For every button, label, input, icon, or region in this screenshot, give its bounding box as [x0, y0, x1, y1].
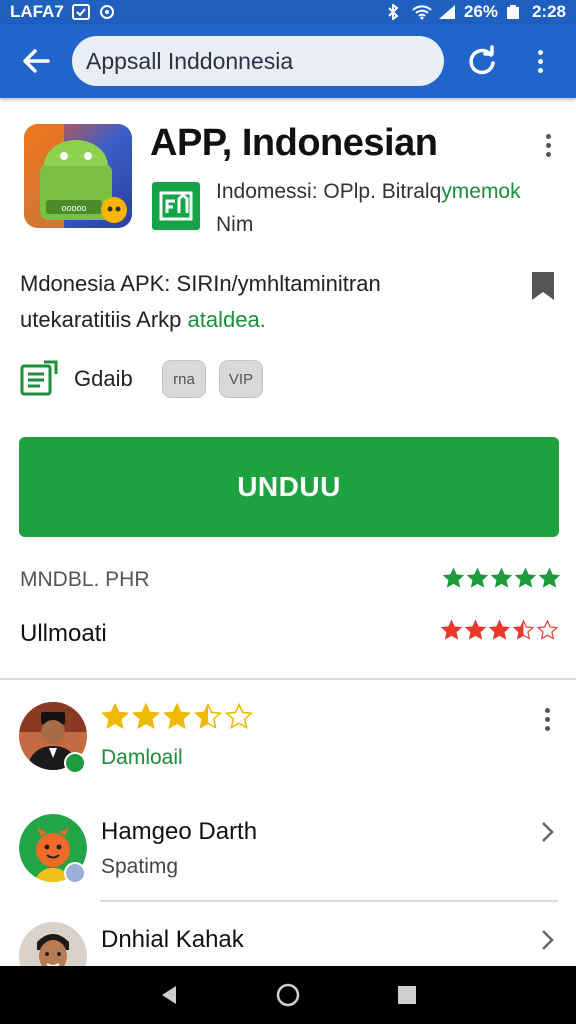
app-title: APP, Indonesian — [150, 122, 438, 164]
app-icon: ooooo — [24, 124, 132, 228]
battery-percent: 26% — [463, 2, 498, 21]
bookmark-icon — [532, 272, 554, 300]
category-label: Gdaib — [74, 366, 133, 391]
star-icon — [131, 702, 161, 729]
list-item-title-2[interactable]: Dnhial Kahak — [101, 926, 244, 954]
svg-text:ooooo: ooooo — [61, 203, 86, 213]
app-bar: Appsall Inddonnesia — [0, 24, 576, 98]
search-text: Appsall Inddonnesia — [86, 47, 294, 74]
refresh-icon — [469, 45, 495, 75]
battery-icon — [506, 4, 524, 20]
star-icon — [488, 619, 511, 640]
status-bar: LAFA7 26% 2:28 — [0, 0, 576, 24]
developer-name-text: Indomessi: OPlp. Bitralq — [216, 180, 442, 203]
category-icon — [20, 360, 60, 396]
app-description: Mdonesia APK: SIRIn/ymhltaminitran uteka… — [20, 266, 490, 338]
back-arrow-icon — [23, 49, 50, 73]
developer-logo-icon — [159, 191, 193, 221]
star-icon — [490, 567, 513, 588]
bookmark-button[interactable] — [530, 270, 556, 302]
notification-icon — [71, 4, 90, 20]
star-icon — [224, 702, 254, 729]
star-icon — [100, 702, 130, 729]
nav-back-button[interactable] — [149, 975, 189, 1015]
nav-back-icon — [162, 986, 177, 1004]
star-icon — [442, 567, 465, 588]
description-line-2-green: ataldea. — [187, 307, 266, 332]
refresh-button[interactable] — [446, 24, 518, 98]
verified-badge-icon — [64, 752, 86, 774]
star-icon — [464, 619, 487, 640]
star-icon — [514, 567, 537, 588]
back-button[interactable] — [0, 24, 72, 98]
chip-rna[interactable]: rna — [162, 360, 206, 398]
star-icon — [193, 702, 223, 729]
rating-label-1: MNDBL. PHR — [20, 568, 150, 591]
nav-home-icon — [276, 983, 300, 1007]
list-item-title-1[interactable]: Hamgeo Darth — [101, 818, 257, 846]
star-icon — [538, 567, 561, 588]
search-input[interactable]: Appsall Inddonnesia — [72, 36, 444, 86]
section-divider — [0, 678, 576, 680]
more-vert-icon — [544, 707, 550, 731]
developer-name-green: ymemok — [441, 180, 521, 203]
list-divider — [100, 900, 558, 902]
system-nav-bar — [0, 966, 576, 1024]
list-item-subtitle-1: Spatimg — [101, 855, 179, 878]
developer-subtitle: Nim — [216, 213, 254, 236]
clock: 2:28 — [531, 2, 566, 21]
rating-stars-1 — [442, 567, 561, 590]
review-more-button[interactable] — [538, 704, 556, 734]
developer-name[interactable]: Indomessi: OPlp. Bitralqymemok — [216, 180, 521, 204]
star-icon — [466, 567, 489, 588]
sync-icon — [98, 4, 116, 20]
chevron-right-icon[interactable] — [540, 928, 556, 952]
download-badge-icon — [64, 862, 86, 884]
app-screen: LAFA7 26% 2:28 Appsall Inddonnesia ooooo… — [0, 0, 576, 1024]
signal-icon — [438, 4, 456, 20]
more-vert-icon — [545, 133, 551, 157]
download-button[interactable]: UNDUU — [19, 437, 559, 537]
star-icon — [440, 619, 463, 640]
overflow-menu-button[interactable] — [518, 24, 562, 98]
wifi-icon — [412, 4, 432, 20]
description-line-2-text: utekaratitiis Arkp — [20, 307, 182, 332]
review-stars — [100, 702, 254, 732]
star-icon — [512, 619, 535, 640]
bluetooth-icon — [386, 3, 404, 21]
star-icon — [162, 702, 192, 729]
nav-recents-button[interactable] — [387, 975, 427, 1015]
rating-stars-2 — [440, 619, 559, 642]
chevron-right-icon[interactable] — [540, 820, 556, 844]
description-line-1: Mdonesia APK: SIRIn/ymhltaminitran — [20, 271, 381, 296]
description-line-2: utekaratitiis Arkp ataldea. — [20, 302, 490, 338]
chip-vip[interactable]: VIP — [219, 360, 263, 398]
review-status: Damloail — [101, 746, 183, 769]
rating-label-2: Ullmoati — [20, 620, 107, 647]
app-more-button[interactable] — [536, 128, 560, 162]
status-left-text: LAFA7 — [10, 2, 64, 21]
nav-recents-icon — [397, 986, 416, 1004]
overflow-menu-icon — [537, 49, 543, 73]
developer-badge — [152, 182, 200, 230]
nav-home-button[interactable] — [268, 975, 308, 1015]
star-icon — [536, 619, 559, 640]
